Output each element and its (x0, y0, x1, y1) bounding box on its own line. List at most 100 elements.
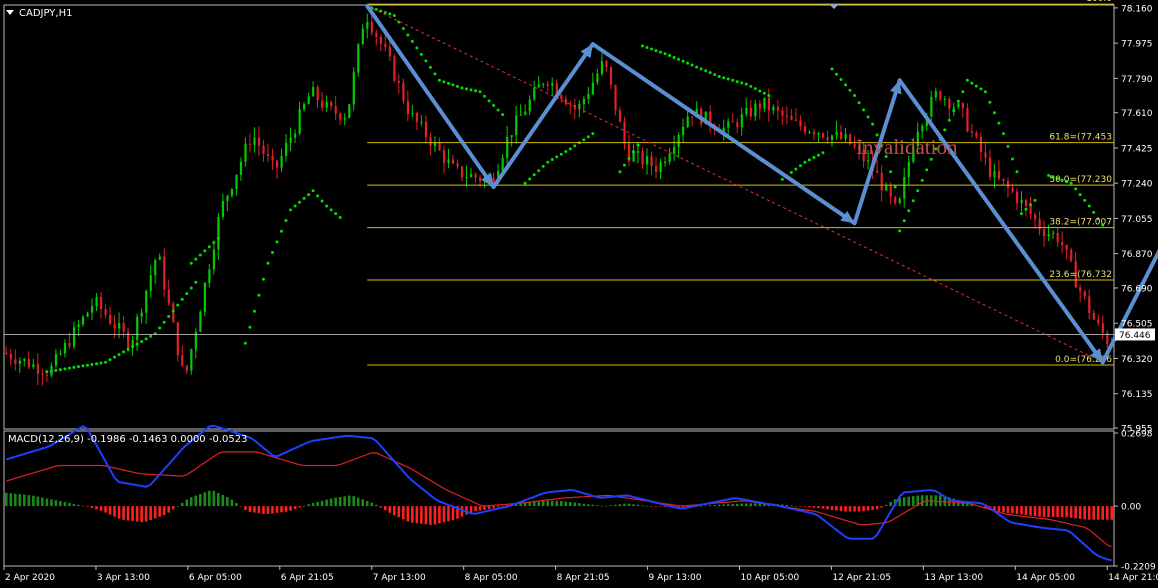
macd-histogram-bar (388, 506, 392, 513)
macd-layer (4, 424, 1114, 562)
macd-histogram-bar (68, 502, 71, 507)
sar-dot (194, 257, 198, 261)
candle (266, 143, 270, 163)
sar-dot (925, 168, 929, 172)
zigzag-arrow[interactable] (1100, 229, 1158, 365)
macd-histogram-bar (356, 497, 360, 507)
sar-dot (677, 57, 681, 61)
sar-dot (695, 65, 699, 69)
macd-histogram-bar (663, 506, 667, 507)
macd-histogram-bar (379, 506, 383, 508)
macd-histogram-bar (374, 504, 378, 507)
chart-canvas[interactable]: 100.0 61.8=(77.453 50.0=(77.230 38.2=(77.00… (0, 0, 1158, 588)
sar-dot (537, 169, 541, 173)
candle (262, 140, 265, 163)
sar-dot (794, 167, 798, 171)
macd-histogram-bar (54, 500, 58, 507)
macd-histogram-bar (1083, 506, 1086, 520)
macd-histogram-bar (478, 506, 482, 511)
macd-histogram-bar (632, 504, 635, 507)
candle (506, 126, 509, 168)
sar-dot (194, 280, 198, 284)
candle (357, 42, 360, 77)
dropdown-arrow-icon[interactable] (6, 10, 14, 15)
time-tick-label: 8 Apr 21:05 (557, 573, 610, 583)
sar-dot (627, 156, 631, 160)
candle (289, 127, 292, 152)
macd-histogram-bar (4, 492, 8, 507)
macd-histogram-bar (487, 506, 491, 510)
sar-dot (704, 69, 708, 73)
sar-dot (947, 118, 951, 122)
candle (1020, 191, 1023, 212)
sar-dot (582, 138, 586, 142)
candle (821, 132, 825, 140)
candle (1025, 198, 1028, 216)
candle (677, 132, 680, 158)
sar-dot (58, 368, 62, 372)
macd-histogram-bar (1020, 506, 1023, 515)
macd-histogram-bar (1096, 506, 1100, 520)
zigzag-arrow[interactable] (590, 42, 857, 226)
sar-dot (622, 163, 626, 167)
macd-histogram-bar (122, 506, 125, 520)
sar-dot (830, 67, 834, 71)
candle (63, 338, 67, 358)
macd-histogram-bar (541, 500, 545, 507)
macd-histogram-bar (740, 503, 744, 507)
sar-dot (334, 212, 338, 216)
parabolic-sar-layer (45, 6, 1105, 374)
macd-histogram-bar (830, 506, 834, 510)
macd-histogram-bar (266, 506, 270, 514)
sar-dot (298, 200, 302, 204)
price-tick-label: 76.505 (1121, 320, 1153, 330)
candle (100, 291, 103, 319)
macd-histogram-bar (27, 495, 31, 507)
sar-dot (1078, 193, 1082, 197)
macd-histogram-bar (144, 506, 148, 522)
trend-line[interactable] (367, 5, 1103, 363)
macd-histogram-bar (474, 506, 477, 512)
candle (163, 248, 166, 298)
candle (303, 102, 306, 112)
macd-histogram-bar (618, 504, 622, 507)
candle (235, 174, 238, 196)
sar-dot (911, 199, 915, 203)
candle (907, 155, 910, 185)
macd-histogram-bar (853, 506, 856, 512)
sar-dot (731, 78, 735, 82)
sar-dot (307, 193, 311, 197)
candle (1092, 309, 1095, 321)
macd-histogram-bar (1051, 506, 1055, 517)
chart-frame (3, 4, 1115, 567)
sar-dot (997, 121, 1001, 125)
sar-dot (104, 360, 108, 364)
sar-dot (1092, 210, 1096, 214)
macd-histogram-bar (171, 506, 175, 510)
candle (59, 349, 62, 356)
candle (370, 15, 373, 36)
sar-dot (117, 352, 121, 356)
macd-histogram-bar (352, 496, 355, 507)
macd-histogram-bar (808, 506, 811, 508)
macd-histogram-bar (397, 506, 401, 518)
candle (1052, 230, 1055, 240)
sar-dot (889, 170, 893, 174)
macd-histogram-bar (298, 506, 301, 508)
macd-histogram-bar (911, 496, 915, 507)
sar-dot (487, 99, 491, 103)
sar-dot (72, 365, 76, 369)
macd-histogram-bar (722, 504, 725, 507)
price-tick-label: 76.870 (1121, 250, 1153, 260)
shift-marker-icon[interactable] (829, 4, 839, 9)
candle (623, 116, 626, 150)
candle (330, 100, 333, 111)
time-tick-label: 14 Apr 21:05 (1108, 573, 1158, 583)
macd-histogram-bar (880, 506, 883, 508)
zigzag-arrow[interactable] (365, 4, 496, 189)
candle (474, 172, 477, 184)
candle (560, 93, 563, 103)
macd-line (6, 424, 1112, 562)
candle (655, 156, 658, 179)
candle (9, 348, 12, 366)
